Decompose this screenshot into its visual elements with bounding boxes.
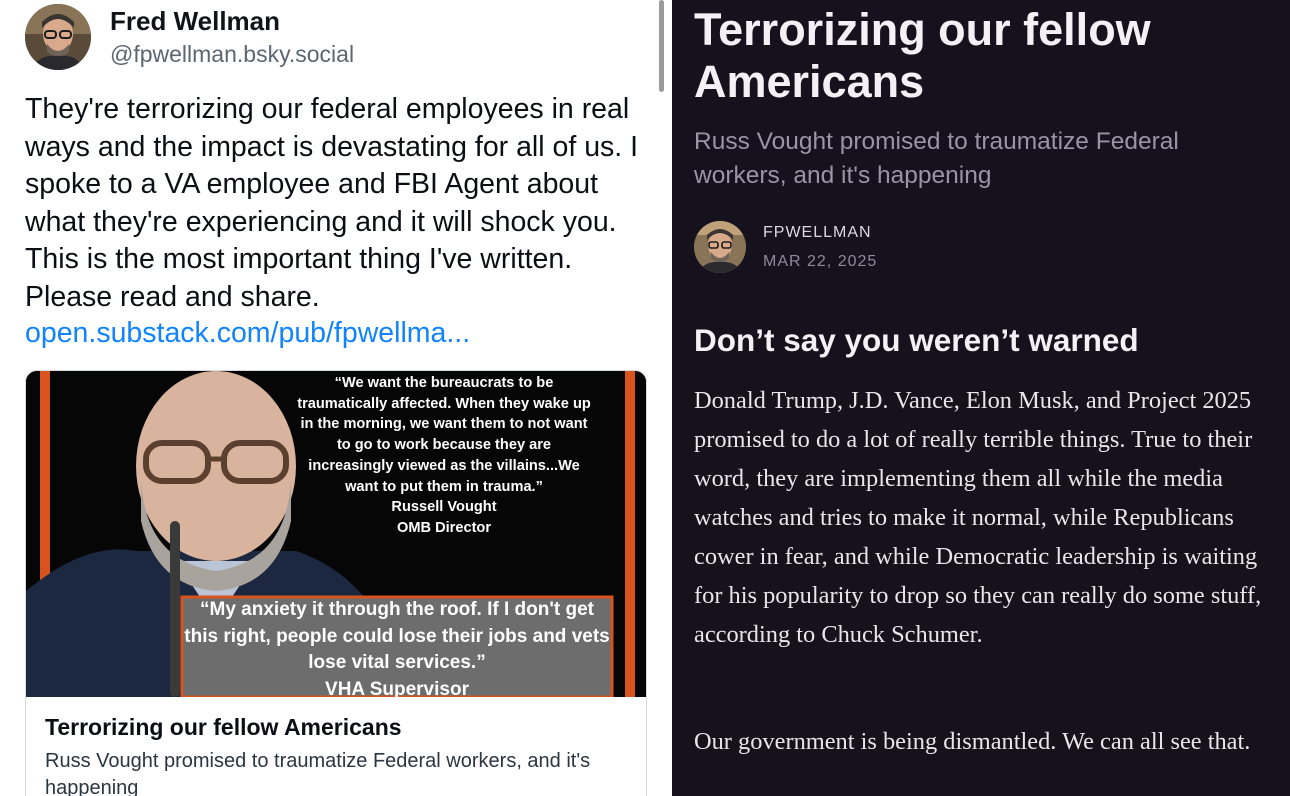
author-avatar[interactable]	[25, 4, 91, 70]
image-quote-1-text: “We want the bureaucrats to be traumatic…	[297, 375, 591, 495]
image-quote-1-role: OMB Director	[396, 519, 492, 536]
article-author-avatar[interactable]	[694, 221, 746, 273]
image-quote-1: “We want the bureaucrats to be traumatic…	[294, 373, 594, 539]
link-preview-image: “We want the bureaucrats to be traumatic…	[26, 371, 646, 697]
link-preview-card[interactable]: “We want the bureaucrats to be traumatic…	[25, 370, 647, 796]
author-handle[interactable]: @fpwellman.bsky.social	[110, 41, 354, 68]
article-paragraph-2: Our government is being dismantled. We c…	[694, 728, 1251, 755]
bluesky-post: Fred Wellman @fpwellman.bsky.social They…	[0, 0, 670, 796]
author-name[interactable]: Fred Wellman	[110, 6, 280, 37]
image-quote-2-text: “My anxiety it through the roof. If I do…	[184, 599, 610, 673]
article-author[interactable]: FPWELLMAN	[763, 224, 872, 242]
scrollbar[interactable]	[659, 0, 664, 92]
card-description: Russ Vought promised to traumatize Feder…	[45, 750, 591, 796]
substack-article: Terrorizing our fellow Americans Russ Vo…	[672, 0, 1290, 796]
post-link[interactable]: open.substack.com/pub/fpwellma...	[25, 315, 470, 353]
post-text: They're terrorizing our federal employee…	[25, 93, 639, 313]
article-paragraph-1: Donald Trump, J.D. Vance, Elon Musk, and…	[694, 387, 1262, 648]
article-heading: Don’t say you weren’t warned	[694, 322, 1139, 358]
card-title[interactable]: Terrorizing our fellow Americans	[45, 714, 402, 741]
article-subtitle: Russ Vought promised to traumatize Feder…	[694, 128, 1179, 189]
article-date: MAR 22, 2025	[763, 253, 878, 270]
article-title: Terrorizing our fellow Americans	[694, 4, 1151, 107]
image-quote-2-author: VHA Supervisor	[325, 678, 469, 698]
image-quote-1-author: Russell Vought	[391, 499, 497, 516]
image-quote-2: “My anxiety it through the roof. If I do…	[182, 597, 612, 697]
